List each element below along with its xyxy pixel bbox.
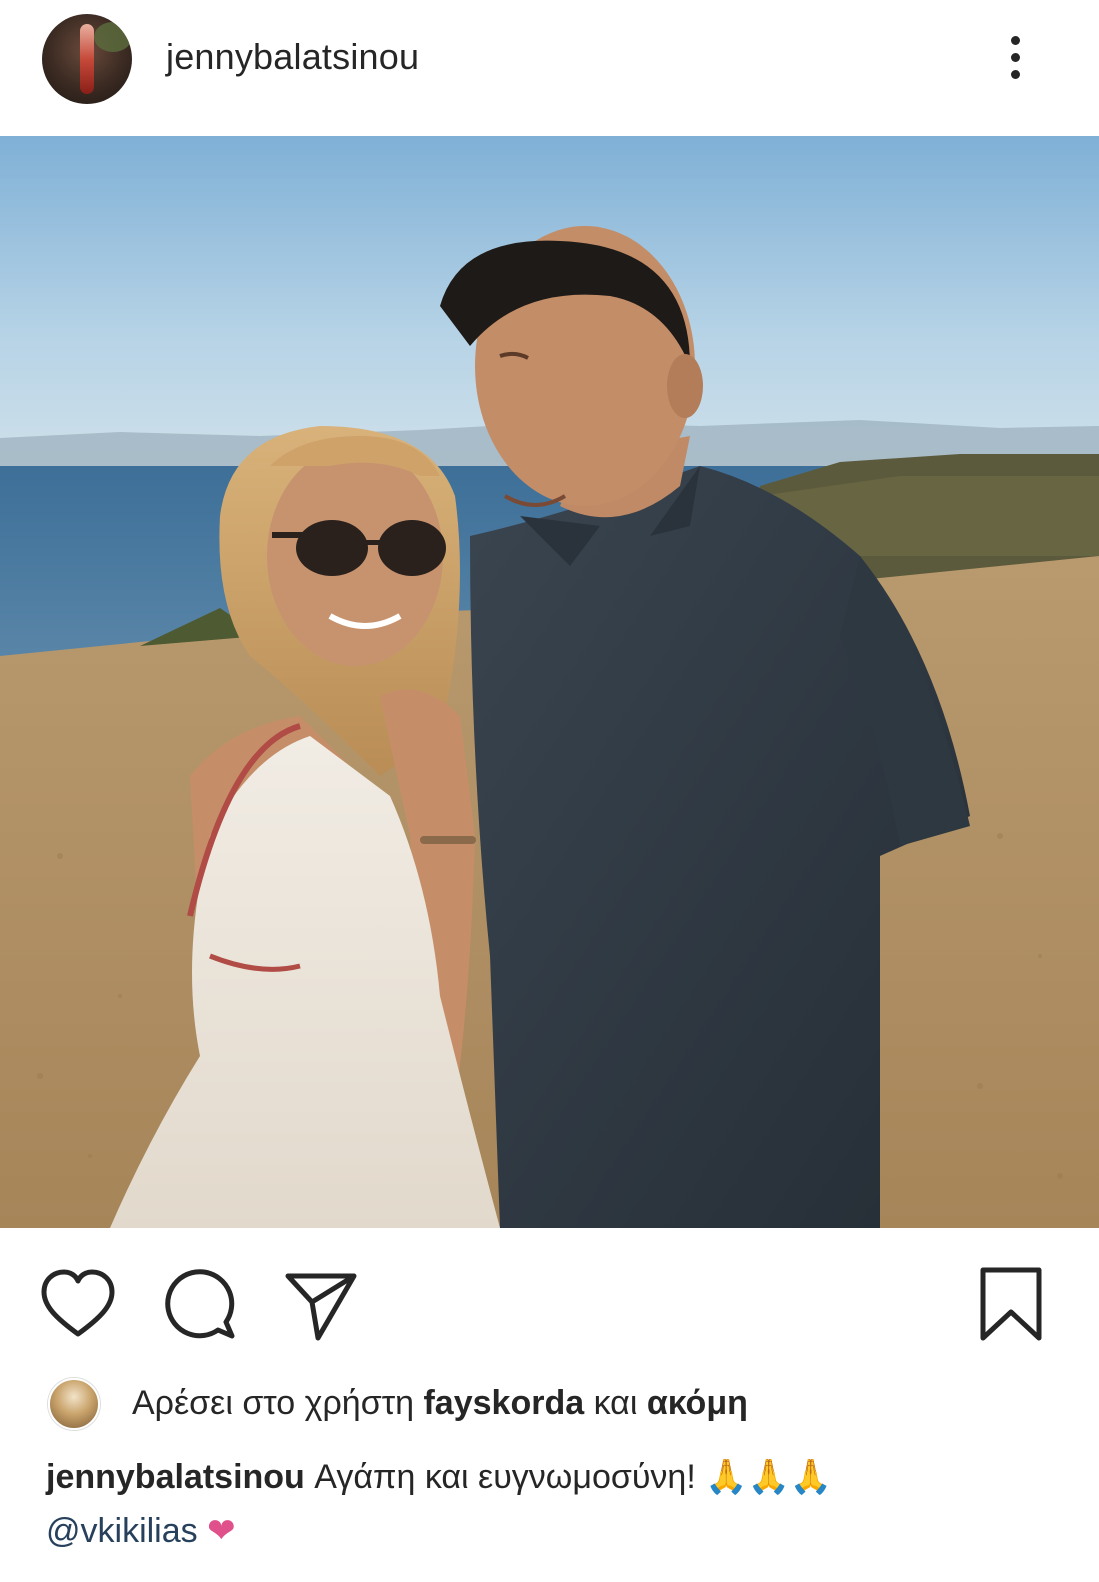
username-link[interactable]: jennybalatsinou [166, 36, 419, 78]
likes-middle: και [593, 1384, 638, 1422]
action-bar [0, 1228, 1099, 1368]
heart-outline-icon[interactable] [38, 1264, 118, 1344]
likes-summary: Αρέσει στο χρήστη fayskorda και ακόμη [48, 1378, 1068, 1434]
caption-author[interactable]: jennybalatsinou [46, 1458, 305, 1496]
mention-link[interactable]: @vkikilias [46, 1512, 198, 1550]
post-header: jennybalatsinou [0, 0, 1099, 136]
likes-prefix: Αρέσει στο χρήστη [132, 1384, 415, 1422]
likes-others-link[interactable]: ακόμη [647, 1384, 748, 1422]
more-vertical-icon[interactable] [1000, 36, 1030, 86]
paper-plane-icon[interactable] [280, 1264, 360, 1344]
post-caption: jennybalatsinou Αγάπη και ευγνωμοσύνη! 🙏… [46, 1450, 1066, 1558]
liker-username[interactable]: fayskorda [423, 1384, 584, 1422]
liker-avatar[interactable] [48, 1378, 100, 1430]
post-photo[interactable] [0, 136, 1099, 1228]
bookmark-outline-icon[interactable] [975, 1264, 1047, 1344]
pray-emoji: 🙏🙏🙏 [705, 1457, 833, 1497]
heart-emoji: ❤ [207, 1511, 236, 1551]
avatar[interactable] [42, 14, 132, 104]
caption-text: Αγάπη και ευγνωμοσύνη! [314, 1458, 696, 1496]
likes-text: Αρέσει στο χρήστη fayskorda και ακόμη [132, 1384, 748, 1423]
comment-bubble-icon[interactable] [160, 1264, 240, 1344]
